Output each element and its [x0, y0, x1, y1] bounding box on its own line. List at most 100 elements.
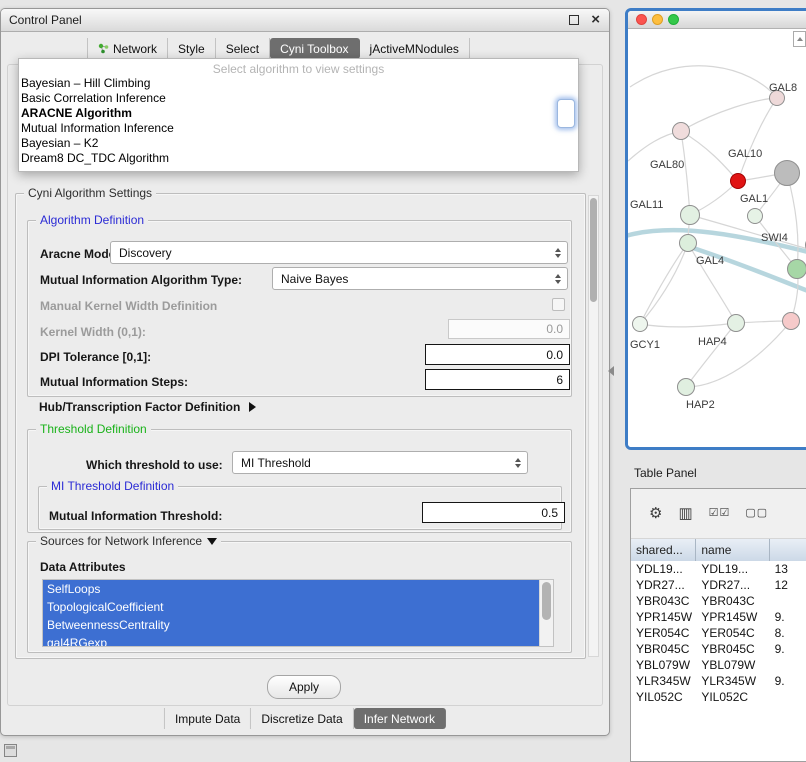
- select-all-checkboxes-icon[interactable]: ☑☑: [709, 508, 731, 519]
- mi-type-select[interactable]: Naive Bayes: [272, 267, 568, 290]
- attribute-item[interactable]: TopologicalCoefficient: [43, 598, 540, 616]
- minimize-traffic-light-icon[interactable]: [652, 14, 663, 25]
- hub-definition-toggle[interactable]: Hub/Transcription Factor Definition: [39, 400, 256, 414]
- data-attributes-listbox: SelfLoopsTopologicalCoefficientBetweenne…: [42, 579, 554, 647]
- bottom-tab-infer-network[interactable]: Infer Network: [354, 708, 446, 729]
- float-window-icon[interactable]: [569, 15, 579, 25]
- network-node-gal11[interactable]: [680, 205, 700, 225]
- table-row[interactable]: YIL052CYIL052C: [631, 689, 806, 701]
- table-cell: 8.: [770, 625, 806, 641]
- zoom-traffic-light-icon[interactable]: [668, 14, 679, 25]
- network-canvas[interactable]: GAL80GAL8GAL10GAL11GAL1GAL4SWI4GCY1HAP4H…: [628, 29, 806, 448]
- algorithm-option[interactable]: Dream8 DC_TDC Algorithm: [19, 151, 578, 166]
- mi-threshold-input[interactable]: 0.5: [422, 502, 565, 523]
- which-threshold-label: Which threshold to use:: [86, 458, 223, 472]
- table-row[interactable]: YLR345WYLR345W9.: [631, 673, 806, 689]
- table-cell: 12: [770, 577, 806, 593]
- network-node-gal4[interactable]: [679, 234, 697, 252]
- kernel-width-input[interactable]: 0.0: [448, 319, 570, 339]
- apply-button[interactable]: Apply: [267, 675, 341, 699]
- table-cell: YDL19...: [631, 561, 696, 577]
- aracne-mode-select[interactable]: Discovery: [110, 241, 568, 264]
- mi-threshold-label: Mutual Information Threshold:: [49, 509, 222, 523]
- attribute-item[interactable]: gal4RGexp: [43, 634, 540, 647]
- network-node[interactable]: [782, 312, 800, 330]
- restore-panel-icon[interactable]: [4, 744, 17, 757]
- algorithm-definition-title: Algorithm Definition: [36, 213, 148, 227]
- table-cell: [770, 657, 806, 673]
- sources-group-title[interactable]: Sources for Network Inference: [36, 534, 221, 548]
- node-label: GAL10: [728, 148, 762, 160]
- close-window-icon[interactable]: ×: [591, 10, 600, 30]
- bottom-tab-impute-data[interactable]: Impute Data: [164, 708, 251, 729]
- manual-kernel-checkbox[interactable]: [552, 298, 565, 311]
- mi-steps-input[interactable]: 6: [425, 369, 570, 390]
- bottom-tab-discretize-data[interactable]: Discretize Data: [251, 708, 353, 729]
- tab-cyni-toolbox[interactable]: Cyni Toolbox: [270, 38, 359, 59]
- algorithm-option[interactable]: Basic Correlation Inference: [19, 91, 578, 106]
- table-cell: [770, 593, 806, 609]
- algorithm-option[interactable]: Bayesian – Hill Climbing: [19, 76, 578, 91]
- tab-network[interactable]: Network: [87, 38, 168, 59]
- cyni-settings-title: Cyni Algorithm Settings: [24, 186, 156, 200]
- network-node-gcy1[interactable]: [632, 316, 648, 332]
- table-row[interactable]: YBL079WYBL079W: [631, 657, 806, 673]
- network-node-hap2[interactable]: [677, 378, 695, 396]
- attribute-item[interactable]: BetweennessCentrality: [43, 616, 540, 634]
- sources-group: Sources for Network Inference Data Attri…: [27, 541, 572, 653]
- table-cell: YER054C: [631, 625, 696, 641]
- deselect-all-checkboxes-icon[interactable]: ▢▢: [745, 508, 768, 519]
- column-selector-icon[interactable]: ▥: [678, 506, 693, 521]
- table-cell: YER054C: [696, 625, 769, 641]
- network-node-hap4[interactable]: [727, 314, 745, 332]
- dropdown-placeholder: Select algorithm to view settings: [19, 61, 578, 76]
- table-row[interactable]: YDR27...YDR27...12: [631, 577, 806, 593]
- list-scrollbar[interactable]: [539, 580, 553, 646]
- network-window-titlebar[interactable]: [628, 11, 806, 29]
- control-panel-titlebar[interactable]: Control Panel ×: [1, 9, 609, 32]
- network-node-gal10[interactable]: [730, 173, 746, 189]
- node-label: GAL4: [696, 255, 724, 267]
- attribute-item[interactable]: SelfLoops: [43, 580, 540, 598]
- data-attributes-label: Data Attributes: [40, 560, 126, 574]
- table-row[interactable]: YER054CYER054C8.: [631, 625, 806, 641]
- table-row[interactable]: YBR045CYBR045C9.: [631, 641, 806, 657]
- tab-jactivemnodules[interactable]: jActiveMNodules: [360, 38, 470, 59]
- node-label: GAL8: [769, 82, 797, 94]
- panel-divider-arrow[interactable]: [608, 366, 614, 376]
- network-window: GAL80GAL8GAL10GAL11GAL1GAL4SWI4GCY1HAP4H…: [625, 8, 806, 450]
- network-node[interactable]: [774, 160, 800, 186]
- control-panel-tabs: NetworkStyleSelectCyni ToolboxjActiveMNo…: [87, 38, 470, 59]
- node-label: GAL11: [630, 199, 663, 211]
- combo-arrows-icon: [555, 274, 561, 284]
- combo-arrows-icon: [515, 458, 521, 468]
- tab-select[interactable]: Select: [216, 38, 270, 59]
- network-scrollbar-button[interactable]: [793, 31, 806, 47]
- settings-scrollbar[interactable]: [588, 195, 599, 657]
- column-header[interactable]: shared...: [631, 539, 696, 561]
- algorithm-option[interactable]: ARACNE Algorithm: [19, 106, 578, 121]
- network-node[interactable]: [787, 259, 806, 279]
- gear-icon[interactable]: ⚙: [649, 506, 663, 521]
- network-node-gal1[interactable]: [747, 208, 763, 224]
- mi-threshold-group: MI Threshold Definition Mutual Informati…: [38, 486, 562, 530]
- network-node-gal80[interactable]: [672, 122, 690, 140]
- table-row[interactable]: YPR145WYPR145W9.: [631, 609, 806, 625]
- threshold-definition-title: Threshold Definition: [36, 422, 151, 436]
- table-row[interactable]: YBR043CYBR043C: [631, 593, 806, 609]
- tab-style[interactable]: Style: [168, 38, 216, 59]
- manual-kernel-label: Manual Kernel Width Definition: [40, 299, 217, 313]
- list-scrollbar-thumb[interactable]: [542, 582, 551, 620]
- hidden-combo-fragment[interactable]: [557, 99, 575, 128]
- which-threshold-select[interactable]: MI Threshold: [232, 451, 528, 474]
- mi-type-value: Naive Bayes: [281, 272, 348, 286]
- algorithm-option[interactable]: Bayesian – K2: [19, 136, 578, 151]
- column-header[interactable]: [770, 539, 806, 561]
- dpi-tolerance-input[interactable]: 0.0: [425, 344, 570, 365]
- table-row[interactable]: YDL19...YDL19...13: [631, 561, 806, 577]
- settings-scrollbar-thumb[interactable]: [590, 198, 597, 302]
- table-cell: YDR27...: [631, 577, 696, 593]
- close-traffic-light-icon[interactable]: [636, 14, 647, 25]
- column-header[interactable]: name: [696, 539, 769, 561]
- algorithm-option[interactable]: Mutual Information Inference: [19, 121, 578, 136]
